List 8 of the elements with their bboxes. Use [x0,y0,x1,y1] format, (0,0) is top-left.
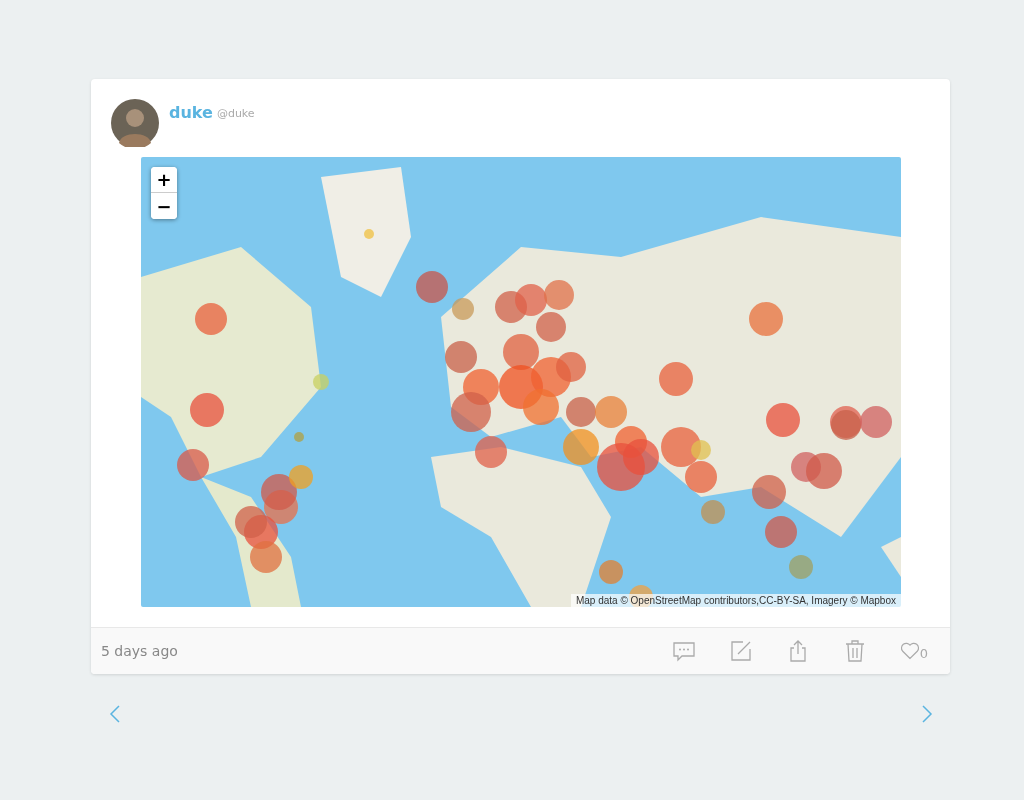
zoom-in-button[interactable]: + [151,167,177,193]
avatar-icon[interactable] [111,99,159,147]
zoom-out-button[interactable]: − [151,193,177,219]
post-timestamp: 5 days ago [101,643,178,659]
author-handle: @duke [216,106,255,120]
edit-icon[interactable] [728,639,753,663]
map-attribution: Map data © OpenStreetMap contributors,CC-BY-SA, Imagery © Mapbox [570,594,901,607]
comment-icon[interactable] [671,639,696,663]
